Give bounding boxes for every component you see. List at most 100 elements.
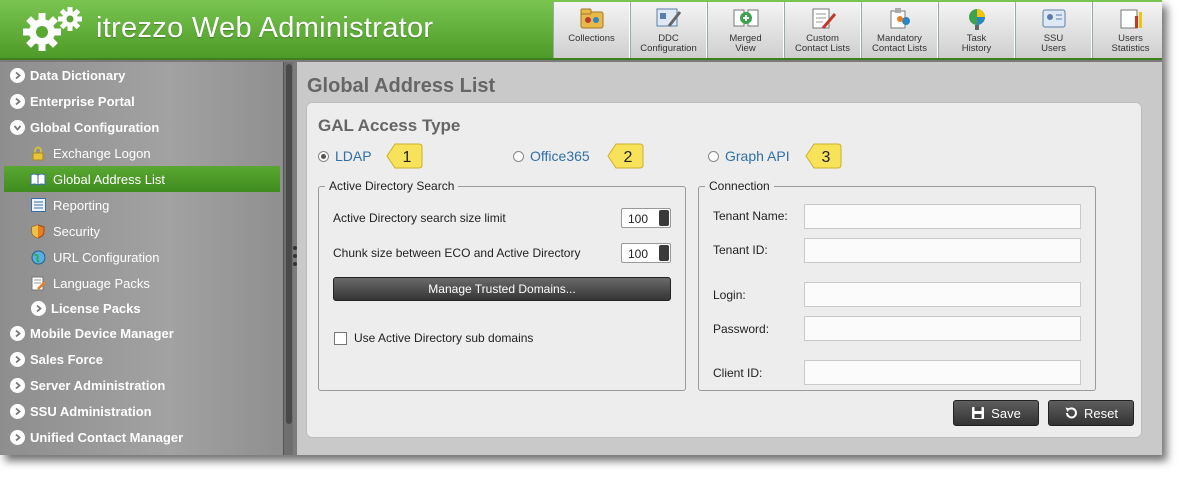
chunk-size-label: Chunk size between ECO and Active Direct… [333,246,581,260]
sidebar-scrollbar[interactable] [283,62,293,455]
toolbar: Collections DDC Configuration Merged Vie… [553,2,1162,58]
globe-icon [30,249,46,265]
office365-radio-label[interactable]: Office365 [530,148,590,164]
lock-icon [30,145,46,161]
toolbar-ssu-users-button[interactable]: SSU Users [1015,2,1092,58]
active-directory-search-group: Active Directory Search Active Directory… [318,179,686,391]
sidebar-item-mobile-device-manager[interactable]: Mobile Device Manager [0,320,280,346]
chevron-right-icon [10,351,25,367]
chevron-right-icon [31,300,46,316]
sidebar-item-global-configuration[interactable]: Global Configuration [0,114,280,140]
toolbar-label: Collections [568,33,615,44]
callout-badge: 1 [386,143,423,169]
gears-logo-icon [23,7,82,51]
graph-api-radio[interactable]: Graph API [708,148,790,164]
sidebar-item-sales-force[interactable]: Sales Force [0,346,280,372]
toolbar-collections-button[interactable]: Collections [553,2,630,58]
size-limit-value: 100 [628,212,649,226]
shield-icon [30,223,46,239]
sidebar-item-reporting[interactable]: Reporting [0,192,280,218]
radio-button-unselected[interactable] [513,150,524,162]
active-directory-search-legend: Active Directory Search [329,179,455,193]
stepper-arrows-icon[interactable] [659,210,669,226]
sidebar-item-enterprise-portal[interactable]: Enterprise Portal [0,88,280,114]
toolbar-mandatory-contact-lists-button[interactable]: Mandatory Contact Lists [861,2,938,58]
sidebar-item-server-administration[interactable]: Server Administration [0,372,280,398]
toolbar-custom-contact-lists-button[interactable]: Custom Contact Lists [784,2,861,58]
size-limit-stepper[interactable]: 100 [621,208,671,228]
language-icon [30,275,46,291]
ddc-configuration-icon [656,8,681,27]
toolbar-label: Task History [961,33,992,54]
ad-subdomains-label: Use Active Directory sub domains [354,331,534,345]
toolbar-label: DDC Configuration [640,33,697,54]
toolbar-merged-view-button[interactable]: Merged View [707,2,784,58]
client-id-input[interactable] [804,360,1081,385]
toolbar-label: Mandatory Contact Lists [872,33,927,54]
reset-arrow-icon [1065,407,1077,419]
header-bar: itrezzo Web Administrator Collections DD… [0,0,1162,60]
login-label: Login: [713,288,746,302]
sidebar-item-label: Mobile Device Manager [30,325,174,341]
chevron-right-icon [10,429,25,445]
chunk-size-value: 100 [628,247,649,261]
callout-number: 2 [624,149,633,166]
sidebar-scroll-thumb[interactable] [286,64,292,424]
sidebar-item-unified-contact-manager[interactable]: Unified Contact Manager [0,424,280,450]
sidebar-item-security[interactable]: Security [0,218,280,244]
sidebar-item-global-address-list[interactable]: Global Address List [4,166,280,192]
reset-button-label: Reset [1084,405,1118,421]
office365-radio[interactable]: Office365 [513,148,590,164]
chevron-right-icon [10,93,25,109]
chevron-right-icon [10,325,25,341]
chevron-right-icon [10,403,25,419]
sidebar-item-data-dictionary[interactable]: Data Dictionary [0,62,280,88]
sidebar-item-exchange-logon[interactable]: Exchange Logon [0,140,280,166]
chevron-down-icon [10,119,25,135]
sidebar-item-label: Language Packs [53,275,150,291]
ad-subdomains-checkbox[interactable] [334,332,347,345]
toolbar-users-statistics-button[interactable]: Users Statistics [1092,2,1162,58]
chevron-right-icon [10,377,25,393]
tenant-name-input[interactable] [804,204,1081,229]
sidebar-item-label: Reporting [53,197,110,213]
radio-button-unselected[interactable] [708,150,719,162]
manage-trusted-domains-button[interactable]: Manage Trusted Domains... [333,277,671,301]
password-input[interactable] [804,316,1081,341]
radio-button-selected[interactable] [318,150,329,162]
ldap-radio-label[interactable]: LDAP [335,148,372,164]
save-button-label: Save [991,405,1021,421]
book-icon [30,171,46,187]
chunk-size-stepper[interactable]: 100 [621,243,671,263]
graph-api-radio-label[interactable]: Graph API [725,148,790,164]
sidebar-item-label: Global Address List [53,171,166,187]
sidebar-item-label: License Packs [51,300,141,316]
toolbar-task-history-button[interactable]: Task History [938,2,1015,58]
sidebar-item-label: SSU Administration [30,403,152,419]
toolbar-label: Merged View [729,33,762,54]
sidebar-item-label: Enterprise Portal [30,93,135,109]
sidebar-item-label: Data Dictionary [30,67,126,83]
app-title: itrezzo Web Administrator [96,12,434,44]
sidebar-item-ssu-administration[interactable]: SSU Administration [0,398,280,424]
collections-icon [580,8,603,29]
sidebar-item-language-packs[interactable]: Language Packs [0,270,280,296]
sidebar-item-license-packs[interactable]: License Packs [0,295,280,321]
sidebar-item-label: URL Configuration [53,249,160,265]
reset-button[interactable]: Reset [1048,400,1134,426]
toolbar-ddc-configuration-button[interactable]: DDC Configuration [630,2,707,58]
password-label: Password: [713,322,770,336]
merged-view-icon [733,9,758,27]
tenant-id-input[interactable] [804,238,1081,263]
callout-number: 3 [822,149,831,166]
connection-legend: Connection [709,179,770,193]
report-icon [30,197,46,213]
login-input[interactable] [804,282,1081,307]
ldap-radio[interactable]: LDAP [318,148,372,164]
save-button[interactable]: Save [953,400,1039,426]
toolbar-label: Users Statistics [1111,33,1150,54]
tenant-name-label: Tenant Name: [713,209,788,223]
client-id-label: Client ID: [713,366,763,380]
sidebar-item-url-configuration[interactable]: URL Configuration [0,244,280,270]
stepper-arrows-icon[interactable] [659,245,669,261]
